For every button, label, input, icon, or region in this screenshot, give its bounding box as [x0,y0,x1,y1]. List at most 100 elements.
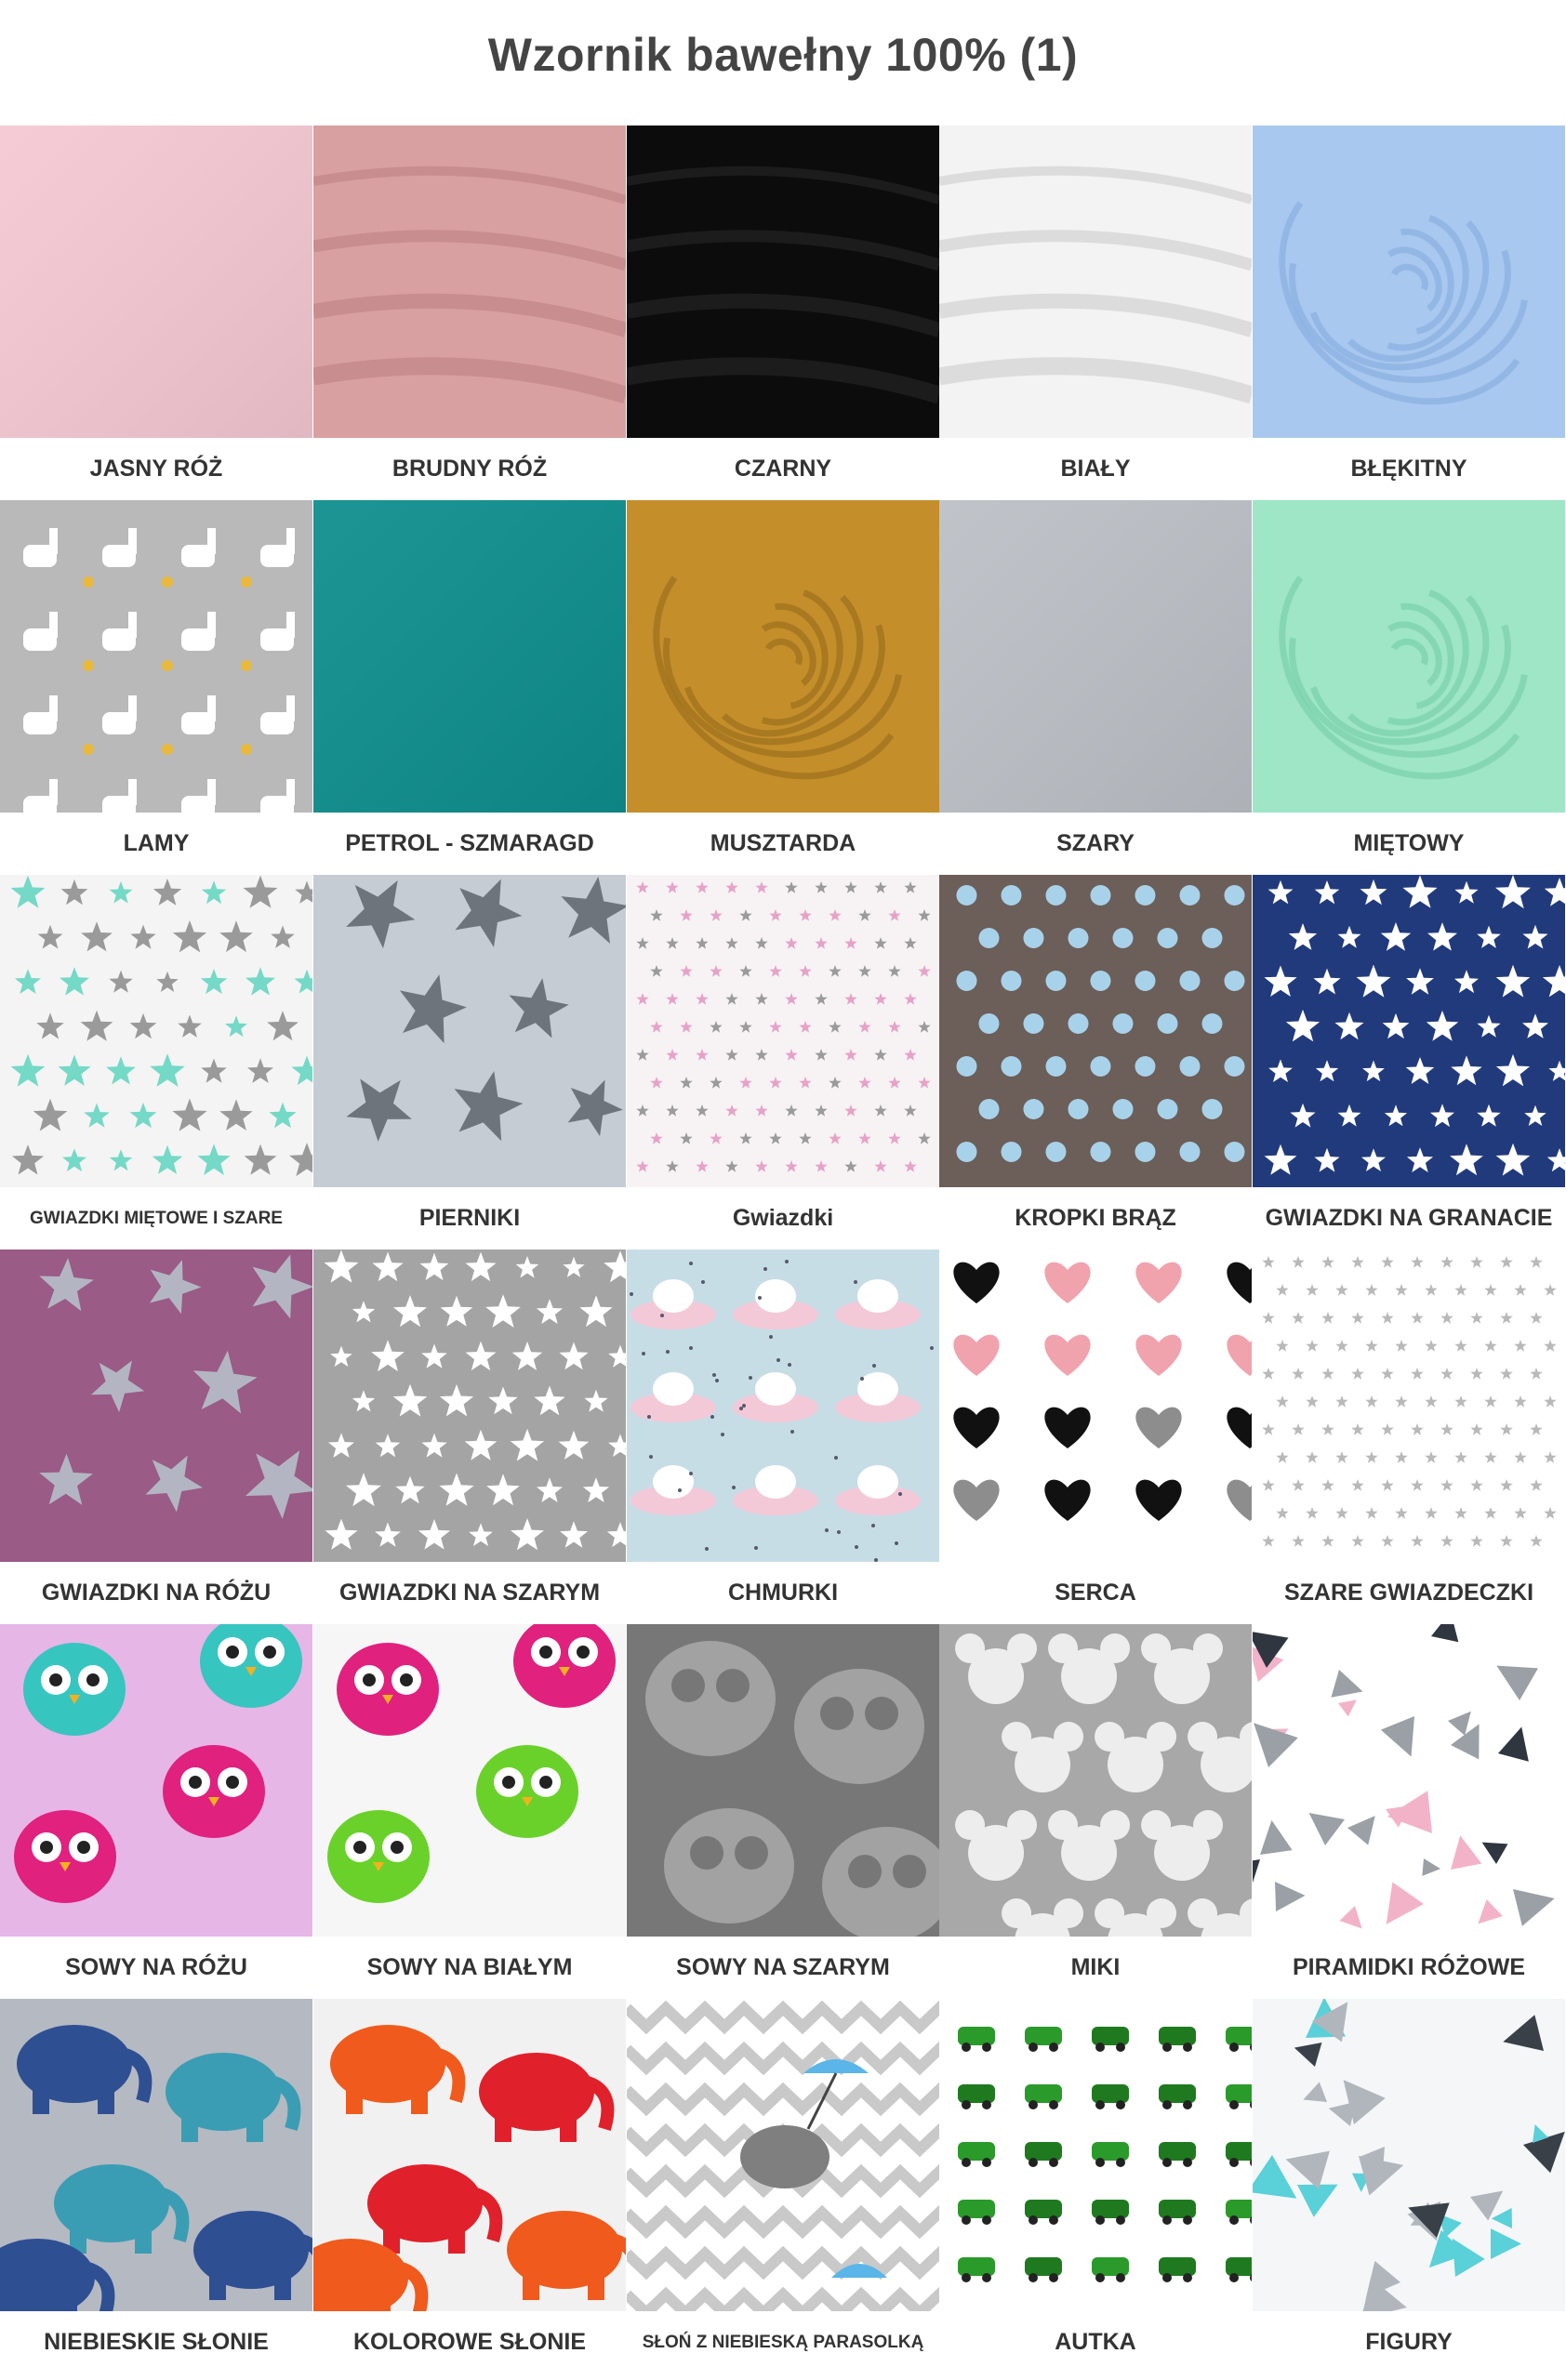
swatch-label: MIĘTOWY [1353,830,1465,856]
swatch-label: NIEBIESKIE SŁONIE [44,2329,269,2355]
fabric-image [0,1999,312,2311]
swatch-czarny: CZARNY [627,126,939,500]
swatch-label: CHMURKI [727,1580,839,1606]
fabric-pattern [939,1250,1252,1562]
swatch-sowy-na-rozu: SOWY NA RÓŻU [0,1624,312,1999]
swatch-blekitny: BŁĘKITNY [1253,126,1565,500]
swatch-autka: AUTKA [939,1999,1252,2373]
swatch-label: BIAŁY [1060,456,1131,482]
fabric-image [0,875,312,1187]
fabric-image [313,1250,626,1562]
fabric-image [939,1624,1252,1937]
swatch-label: SZARE GWIAZDECZKI [1283,1580,1534,1606]
swatch-label: SOWY NA RÓŻU [65,1954,247,1980]
swatch-label: FIGURY [1365,2329,1453,2355]
fabric-image [1253,500,1565,813]
fabric-pattern [627,1250,939,1562]
swatch-label: PETROL - SZMARAGD [345,830,594,856]
swatch-gwiazdki-na-rozu: GWIAZDKI NA RÓŻU [0,1250,312,1624]
fabric-pattern [939,500,1252,813]
fabric-pattern [939,1624,1252,1937]
fabric-image [1253,1999,1565,2311]
swatch-szare-gwiazdeczki: SZARE GWIAZDECZKI [1253,1250,1565,1624]
swatch-slon-z-niebieska-parasolka: SŁOŃ Z NIEBIESKĄ PARASOLKĄ [627,1999,939,2373]
fabric-pattern [0,1999,312,2311]
fabric-pattern [313,500,626,813]
swatch-grid: JASNY RÓŻ BRUDNY RÓŻ CZARNY BIAŁY BŁĘKITNY LA… [0,126,1566,2380]
swatch-label: BRUDNY RÓŻ [392,456,548,482]
swatch-row: GWIAZDKI NA RÓŻU GWIAZDKI NA SZARYM CHMURK… [0,1250,1566,1624]
fabric-image [627,1624,939,1937]
swatch-row: SOWY NA RÓŻU SOWY NA BIAŁYM SOWY NA SZARYM… [0,1624,1566,1999]
swatch-label: PIRAMIDKI RÓŻOWE [1293,1954,1525,1980]
swatch-label: SZARY [1056,830,1135,856]
swatch-label: AUTKA [1055,2329,1136,2355]
swatch-miki: MIKI [939,1624,1252,1999]
fabric-image [0,500,312,813]
swatch-pierniki: PIERNIKI [313,875,626,1250]
swatch-row: GWIAZDKI MIĘTOWE I SZARE PIERNIKI Gwiazdki… [0,875,1566,1250]
fabric-pattern [627,1999,939,2311]
fabric-pattern [627,126,939,438]
swatch-lamy: LAMY [0,500,312,875]
swatch-label: CZARNY [734,456,832,482]
fabric-pattern [1253,1624,1565,1937]
swatch-chmurki: CHMURKI [627,1250,939,1624]
swatch-label: SOWY NA SZARYM [676,1954,890,1980]
fabric-image [1253,1624,1565,1937]
swatch-label: SOWY NA BIAŁYM [366,1954,573,1980]
swatch-szary: SZARY [939,500,1252,875]
fabric-image [939,1250,1252,1562]
swatch-musztarda: MUSZTARDA [627,500,939,875]
swatch-brudny-roz: BRUDNY RÓŻ [313,126,626,500]
fabric-pattern [1253,1999,1565,2311]
page-title: Wzornik bawełny 100% (1) [487,29,1079,81]
swatch-label: SŁOŃ Z NIEBIESKĄ PARASOLKĄ [642,2332,924,2352]
fabric-pattern [313,1999,626,2311]
fabric-image [313,1999,626,2311]
swatch-bialy: BIAŁY [939,126,1252,500]
swatch-piramidki-rozowe: PIRAMIDKI RÓŻOWE [1253,1624,1565,1999]
fabric-pattern [1253,1250,1565,1562]
fabric-image [1253,875,1565,1187]
swatch-label: GWIAZDKI MIĘTOWE I SZARE [30,1208,283,1228]
swatch-serca: SERCA [939,1250,1252,1624]
swatch-row: NIEBIESKIE SŁONIE KOLOROWE SŁONIE SŁOŃ Z N… [0,1999,1566,2373]
swatch-label: JASNY RÓŻ [89,456,223,482]
swatch-gwiazdki-na-szarym: GWIAZDKI NA SZARYM [313,1250,626,1624]
fabric-image [0,1624,312,1937]
fabric-image [1253,126,1565,438]
fabric-image [939,500,1252,813]
swatch-kolorowe-slonie: KOLOROWE SŁONIE [313,1999,626,2373]
fabric-pattern [0,1624,312,1937]
fabric-image [939,875,1252,1187]
fabric-pattern [0,126,312,438]
fabric-image [939,126,1252,438]
fabric-pattern [0,500,312,813]
fabric-image [627,1999,939,2311]
swatch-label: LAMY [123,830,190,856]
fabric-pattern [313,1624,626,1937]
swatch-jasny-roz: JASNY RÓŻ [0,126,312,500]
fabric-image [627,500,939,813]
swatch-label: SERCA [1055,1580,1136,1606]
fabric-pattern [0,1250,312,1562]
fabric-pattern [313,1250,626,1562]
fabric-image [313,500,626,813]
swatch-gwiazdki-mietowe-i-szare: GWIAZDKI MIĘTOWE I SZARE [0,875,312,1250]
swatch-sowy-na-szarym: SOWY NA SZARYM [627,1624,939,1999]
swatch-label: GWIAZDKI NA RÓŻU [41,1580,272,1606]
fabric-image [627,875,939,1187]
fabric-image [313,126,626,438]
swatch-row: JASNY RÓŻ BRUDNY RÓŻ CZARNY BIAŁY BŁĘKITNY [0,126,1566,500]
fabric-pattern [313,126,626,438]
fabric-pattern [939,875,1252,1187]
swatch-label: GWIAZDKI NA GRANACIE [1265,1205,1553,1231]
fabric-pattern [1253,500,1565,813]
swatch-label: KROPKI BRĄZ [1015,1205,1176,1231]
fabric-image [0,126,312,438]
fabric-image [313,1624,626,1937]
swatch-figury: FIGURY [1253,1999,1565,2373]
swatch-mietowy: MIĘTOWY [1253,500,1565,875]
swatch-label: MIKI [1070,1954,1121,1980]
